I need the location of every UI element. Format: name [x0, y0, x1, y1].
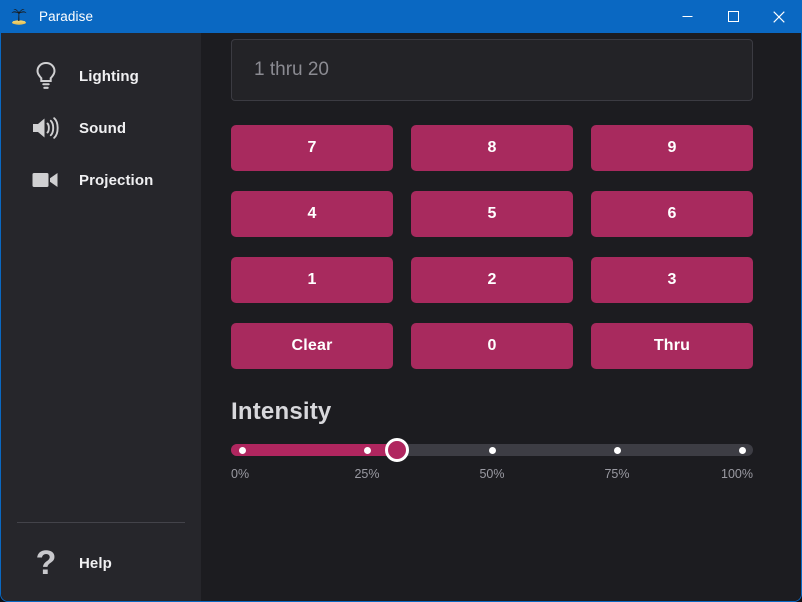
slider-tick: [613, 446, 621, 454]
sidebar-item-label: Sound: [79, 119, 127, 137]
clear-button[interactable]: Clear: [231, 323, 393, 369]
command-input[interactable]: 1 thru 20: [231, 39, 753, 101]
maximize-icon[interactable]: [710, 0, 756, 33]
sidebar-item-lighting[interactable]: Lighting: [1, 50, 201, 102]
app-window: Paradise Lighting Sound Projection ? Hel…: [0, 0, 802, 602]
keypad: 7 8 9 4 5 6 1 2 3 Clear 0 Thru: [231, 125, 753, 369]
key-3[interactable]: 3: [591, 257, 753, 303]
key-5[interactable]: 5: [411, 191, 573, 237]
intensity-section: Intensity 0% 25% 50% 75% 100%: [231, 398, 753, 485]
help-section: ? Help: [1, 522, 201, 589]
video-camera-icon: [29, 163, 63, 197]
slider-tick: [363, 446, 371, 454]
palm-tree-island-icon: [9, 7, 29, 27]
key-7[interactable]: 7: [231, 125, 393, 171]
main-panel: 1 thru 20 7 8 9 4 5 6 1 2 3 Clear 0 Thru…: [201, 33, 801, 601]
window-controls: [664, 0, 802, 33]
slider-fill: [231, 444, 397, 456]
slider-tick: [238, 446, 246, 454]
sidebar-item-projection[interactable]: Projection: [1, 154, 201, 206]
close-icon[interactable]: [756, 0, 802, 33]
key-9[interactable]: 9: [591, 125, 753, 171]
slider-thumb[interactable]: [385, 438, 409, 462]
key-1[interactable]: 1: [231, 257, 393, 303]
slider-tick-labels: 0% 25% 50% 75% 100%: [231, 467, 753, 485]
key-6[interactable]: 6: [591, 191, 753, 237]
sidebar-item-sound[interactable]: Sound: [1, 102, 201, 154]
key-0[interactable]: 0: [411, 323, 573, 369]
slider-tick-label: 0%: [231, 467, 250, 481]
key-8[interactable]: 8: [411, 125, 573, 171]
sidebar-item-label: Lighting: [79, 67, 139, 85]
sidebar-item-help[interactable]: ? Help: [1, 537, 201, 589]
slider-tick-label: 75%: [604, 467, 630, 481]
sidebar: Lighting Sound Projection ? Help: [1, 33, 201, 601]
thru-button[interactable]: Thru: [591, 323, 753, 369]
slider-tick: [738, 446, 746, 454]
key-4[interactable]: 4: [231, 191, 393, 237]
slider-tick-label: 50%: [479, 467, 505, 481]
sidebar-item-label: Projection: [79, 171, 154, 189]
sidebar-item-label: Help: [79, 554, 112, 572]
title-bar[interactable]: Paradise: [0, 0, 802, 33]
slider-tick-label: 25%: [354, 467, 380, 481]
question-mark-icon: ?: [35, 544, 57, 582]
key-2[interactable]: 2: [411, 257, 573, 303]
slider-tick: [488, 446, 496, 454]
window-title: Paradise: [39, 9, 94, 24]
window-body: Lighting Sound Projection ? Help 1 thru …: [1, 33, 801, 601]
sidebar-divider: [17, 522, 185, 523]
lightbulb-icon: [29, 59, 63, 93]
slider-tick-label: 100%: [721, 467, 753, 481]
intensity-title: Intensity: [231, 398, 332, 425]
minimize-icon[interactable]: [664, 0, 710, 33]
speaker-icon: [29, 111, 63, 145]
intensity-slider[interactable]: [231, 438, 753, 462]
